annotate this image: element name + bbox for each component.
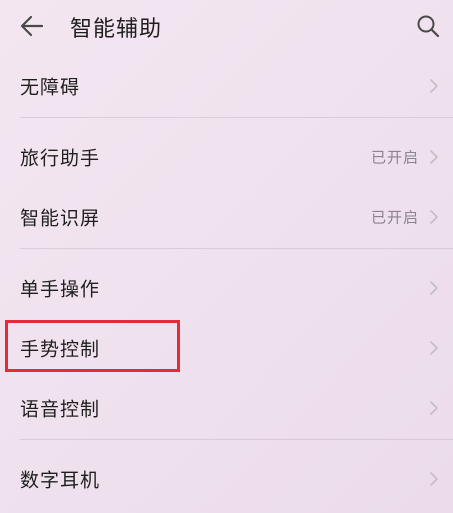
chevron-right-icon xyxy=(430,281,438,295)
chevron-right-icon xyxy=(430,401,438,415)
divider xyxy=(20,248,453,249)
list-item-travel-assistant[interactable]: 旅行助手 已开启 xyxy=(0,127,453,187)
chevron-right-icon xyxy=(430,79,438,93)
chevron-right-icon xyxy=(430,150,438,164)
list-item-smart-screen-recognition[interactable]: 智能识屏 已开启 xyxy=(0,187,453,247)
chevron-right-icon xyxy=(430,341,438,355)
search-icon xyxy=(417,15,440,38)
search-button[interactable] xyxy=(410,8,446,44)
divider xyxy=(20,117,453,118)
list-item-label: 手势控制 xyxy=(20,338,101,361)
list-item-label: 语音控制 xyxy=(20,398,101,421)
list-item-label: 无障碍 xyxy=(20,76,81,99)
list-item-label: 旅行助手 xyxy=(20,147,101,170)
list-item-accessibility[interactable]: 无障碍 xyxy=(0,56,453,116)
page-title: 智能辅助 xyxy=(70,17,163,42)
settings-screen: 智能辅助 无障碍 旅行助手 已开启 智能识屏 已开启 单手操作 手势控制 语音控… xyxy=(0,0,453,513)
chevron-right-icon xyxy=(430,210,438,224)
status-text: 已开启 xyxy=(370,208,419,227)
list-item-gesture-control[interactable]: 手势控制 xyxy=(0,318,453,378)
list-item-one-handed-mode[interactable]: 单手操作 xyxy=(0,258,453,318)
divider xyxy=(20,439,453,440)
top-app-bar: 智能辅助 xyxy=(0,0,453,52)
back-button[interactable] xyxy=(14,8,50,44)
list-item-digital-earphone[interactable]: 数字耳机 xyxy=(0,449,453,509)
back-arrow-icon xyxy=(20,15,44,37)
list-item-label: 智能识屏 xyxy=(20,207,101,230)
list-item-label: 数字耳机 xyxy=(20,469,101,492)
status-text: 已开启 xyxy=(370,148,419,167)
list-item-voice-control[interactable]: 语音控制 xyxy=(0,378,453,438)
list-item-label: 单手操作 xyxy=(20,278,101,301)
chevron-right-icon xyxy=(430,472,438,486)
